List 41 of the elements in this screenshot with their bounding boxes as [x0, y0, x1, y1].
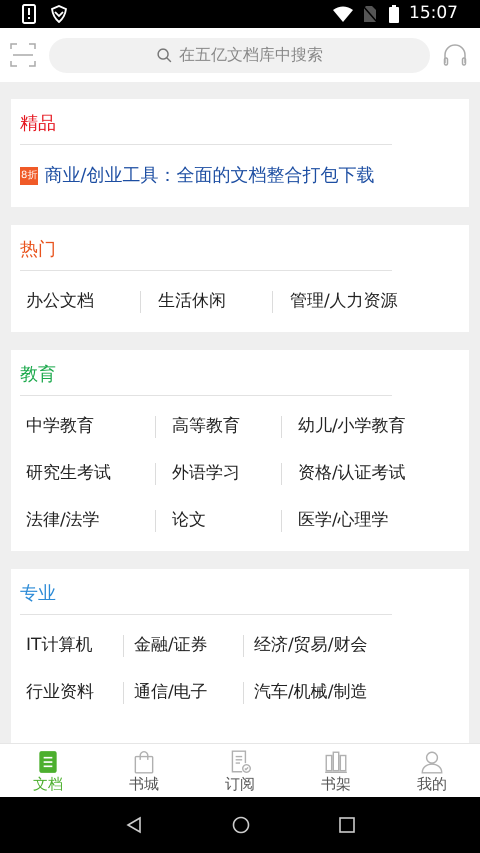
- wifi-icon: [333, 6, 353, 22]
- search-placeholder: 在五亿文档库中搜索: [179, 44, 323, 66]
- category-link[interactable]: 汽车/机械/制造: [244, 680, 368, 706]
- discount-badge: 8折: [20, 166, 38, 184]
- search-icon: [156, 46, 173, 64]
- clock: 15:07: [409, 2, 458, 26]
- no-sim-icon: [363, 5, 377, 23]
- category-link[interactable]: 幼儿/小学教育: [282, 414, 406, 440]
- category-link[interactable]: 医学/心理学: [282, 508, 389, 534]
- category-link[interactable]: 外语学习: [156, 460, 240, 486]
- category-link[interactable]: 研究生考试: [11, 460, 111, 486]
- books-icon: [323, 748, 349, 774]
- category-link[interactable]: IT计算机: [11, 632, 92, 658]
- tab[interactable]: 书城: [96, 744, 192, 797]
- shield-icon: [50, 5, 68, 23]
- section-title: 精品: [20, 113, 56, 134]
- battery-icon: [389, 5, 399, 23]
- tab[interactable]: 我的: [384, 744, 480, 797]
- back-icon[interactable]: [124, 816, 143, 834]
- category-link[interactable]: 办公文档: [11, 288, 94, 314]
- category-link[interactable]: 通信/电子: [124, 680, 208, 706]
- promo-link[interactable]: 商业/创业工具：全面的文档整合打包下载: [44, 162, 374, 189]
- section-title: 热门: [20, 239, 56, 260]
- recents-icon[interactable]: [339, 817, 356, 833]
- category-link[interactable]: 经济/贸易/财会: [244, 632, 368, 658]
- category-link[interactable]: 论文: [156, 508, 206, 534]
- home-icon[interactable]: [232, 816, 250, 834]
- category-link[interactable]: 行业资料: [11, 680, 94, 706]
- category-link[interactable]: 资格/认证考试: [282, 460, 406, 486]
- category-link[interactable]: 生活休闲: [141, 288, 226, 314]
- tab[interactable]: 订阅: [192, 744, 288, 797]
- alert-icon: [22, 4, 36, 24]
- category-link[interactable]: 管理/人力资源: [273, 288, 398, 314]
- section-title: 教育: [20, 364, 56, 385]
- user-icon: [419, 748, 445, 774]
- category-link[interactable]: 金融/证券: [124, 632, 208, 658]
- section-title: 专业: [20, 583, 56, 604]
- category-link[interactable]: 中学教育: [11, 414, 94, 440]
- category-link[interactable]: 高等教育: [156, 414, 240, 440]
- tab[interactable]: 书架: [288, 744, 384, 797]
- category-link[interactable]: 法律/法学: [11, 508, 100, 534]
